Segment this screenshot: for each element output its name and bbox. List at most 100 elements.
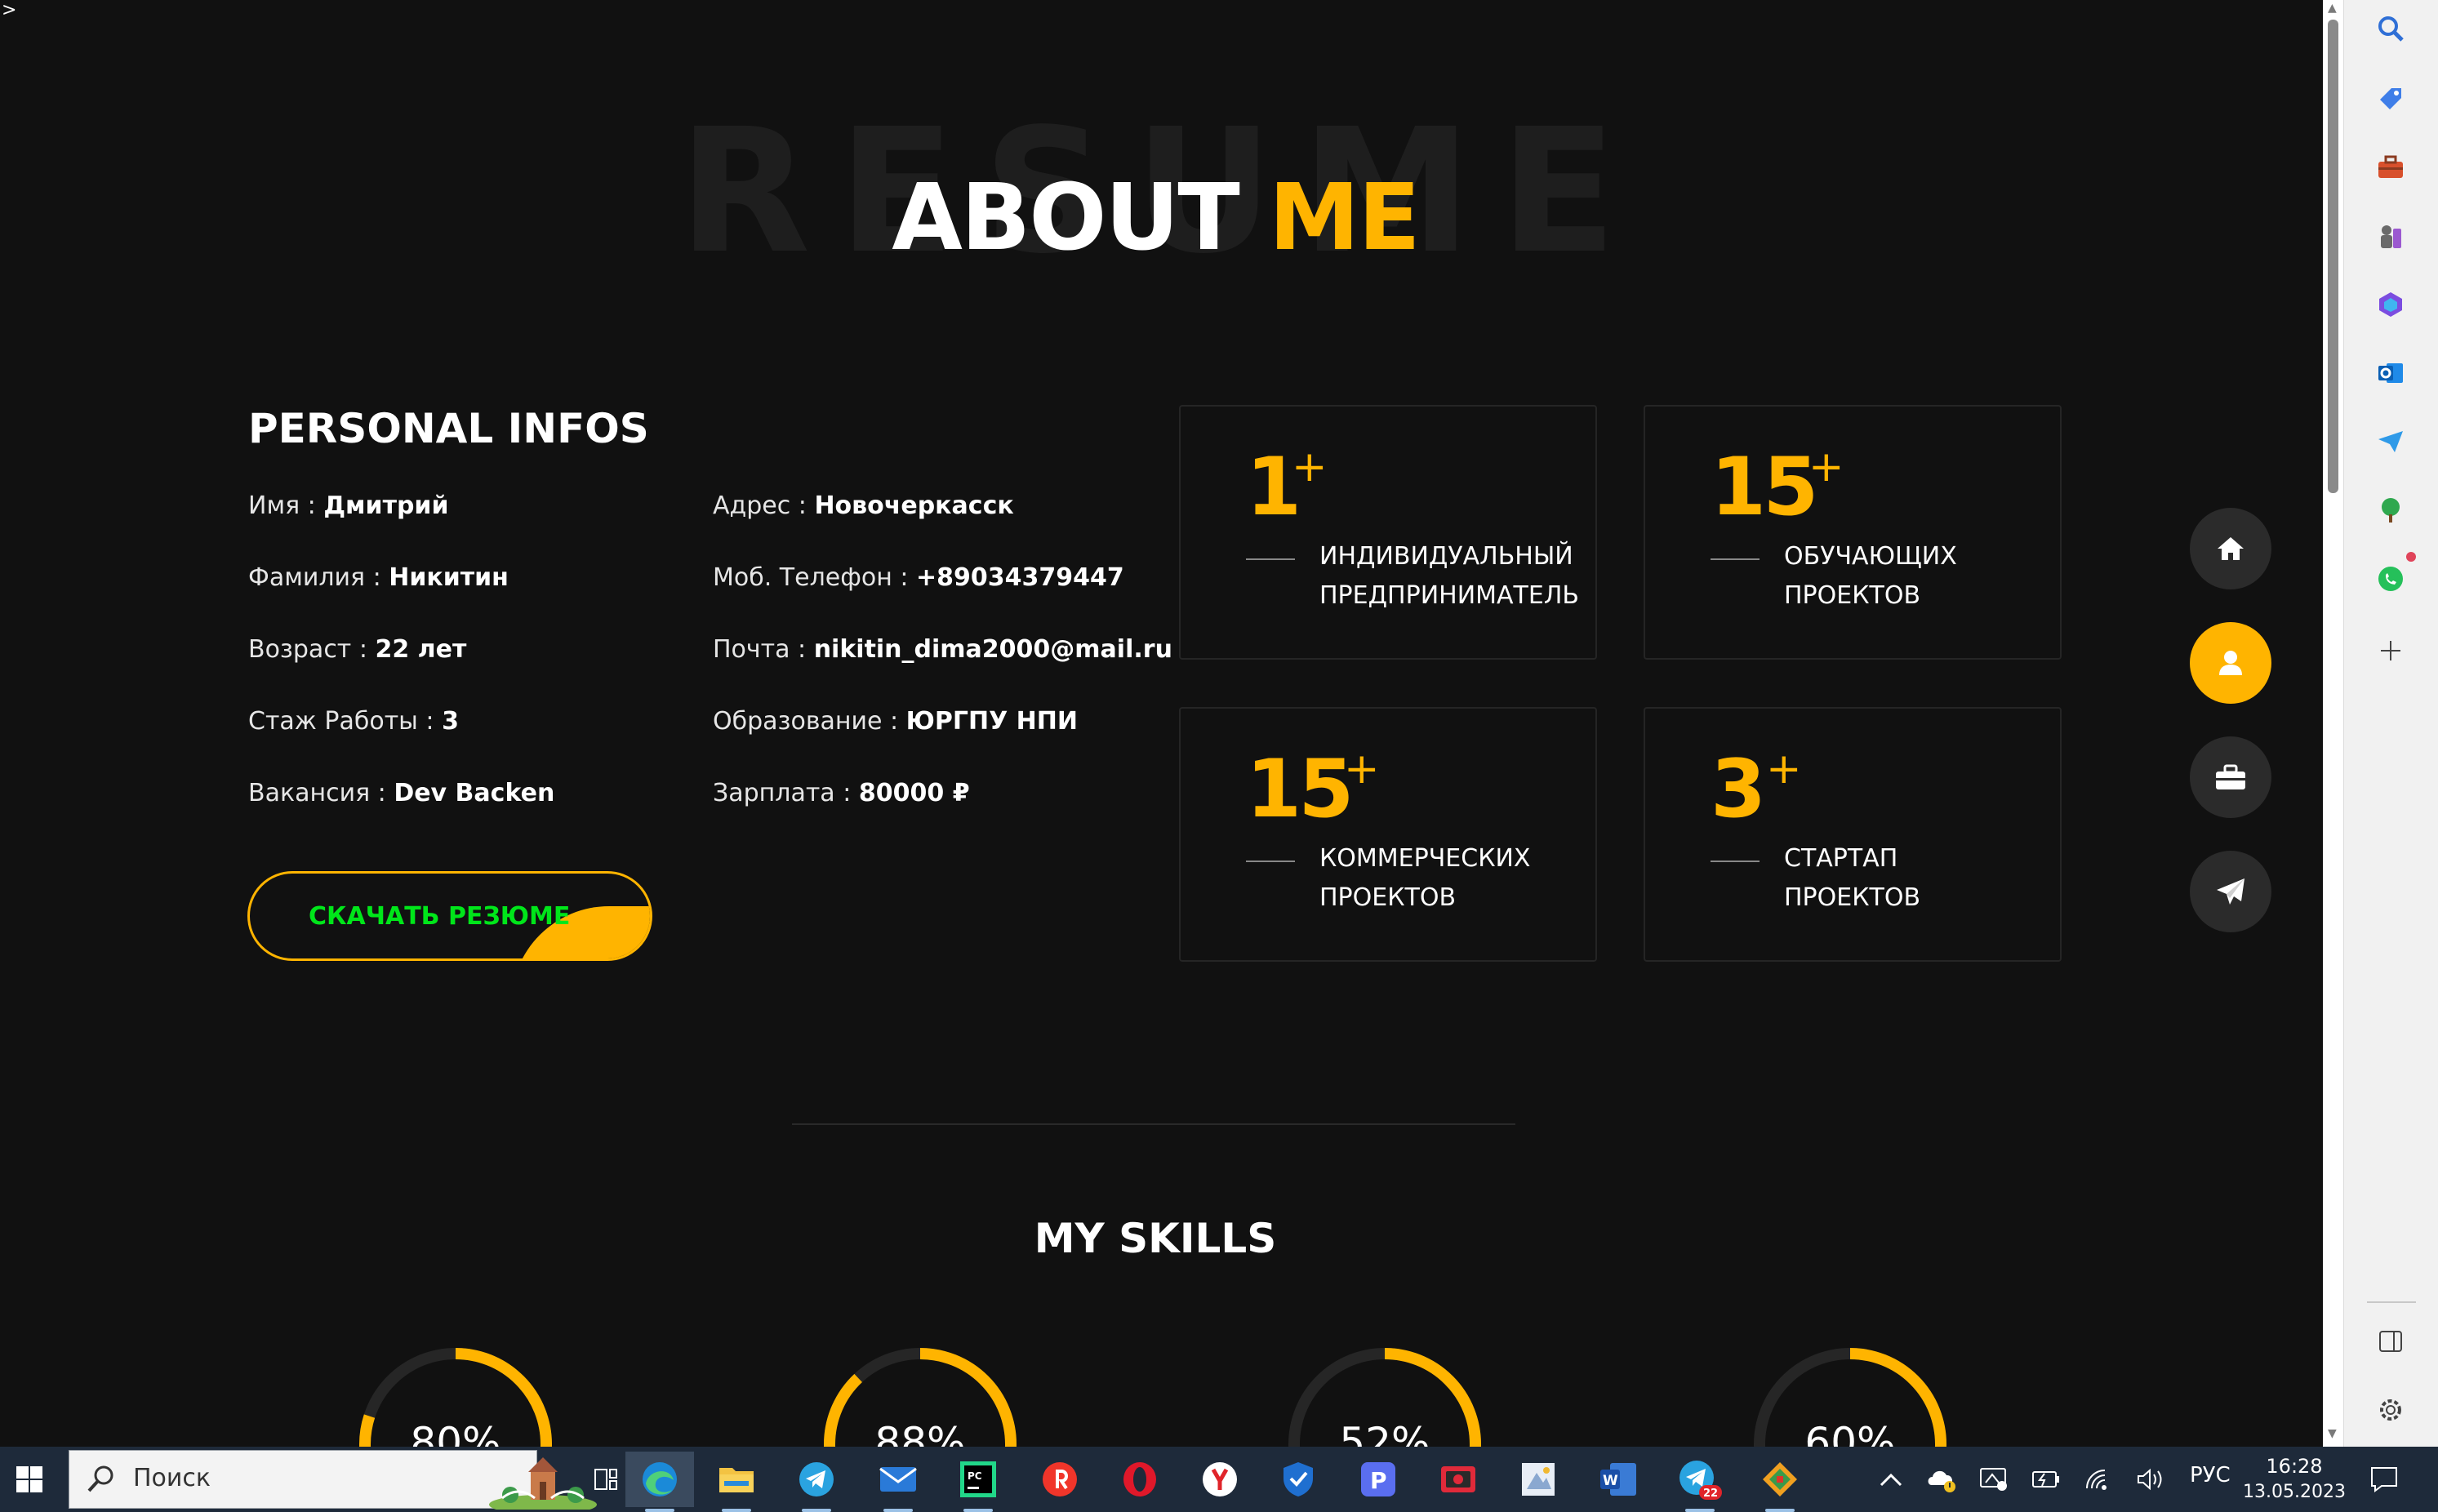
stat-plus: + <box>1292 442 1328 491</box>
briefcase-icon <box>2216 764 2245 789</box>
input-language-indicator[interactable]: РУС <box>2190 1463 2231 1488</box>
nav-about-button[interactable] <box>2190 622 2271 704</box>
start-button[interactable] <box>0 1447 59 1512</box>
stat-label-line1: СТАРТАП <box>1784 844 1898 873</box>
info-separator: : <box>417 707 443 736</box>
stat-dash <box>1711 861 1760 862</box>
send-icon[interactable] <box>2369 420 2413 464</box>
info-separator: : <box>834 779 859 807</box>
whatsapp-icon[interactable] <box>2369 557 2413 601</box>
nav-portfolio-button[interactable] <box>2190 736 2271 818</box>
stat-box-startup: 3 + СТАРТАП ПРОЕКТОВ <box>1644 707 2062 962</box>
add-icon[interactable] <box>2369 629 2413 673</box>
display-tray[interactable] <box>1974 1460 2013 1499</box>
taskbar-clock[interactable]: 16:28 13.05.2023 <box>2237 1453 2351 1505</box>
stat-label: СТАРТАП ПРОЕКТОВ <box>1784 839 2053 918</box>
info-label: Моб. Телефон <box>713 563 892 592</box>
volume-tray[interactable] <box>2131 1460 2170 1499</box>
tree-icon[interactable] <box>2369 488 2413 532</box>
opera-icon <box>1123 1462 1156 1496</box>
info-separator: : <box>365 563 389 592</box>
svg-text:PC: PC <box>968 1470 982 1482</box>
stat-label-line1: ИНДИВИДУАЛЬНЫЙ <box>1319 542 1573 571</box>
taskbar-search-input[interactable]: Поиск <box>69 1450 597 1510</box>
copilot-icon[interactable] <box>2369 282 2413 327</box>
info-item-name: Имя : Дмитрий <box>248 491 554 563</box>
browser-sidebar <box>2343 0 2438 1447</box>
stat-label-line1: ОБУЧАЮЩИХ <box>1784 542 1957 571</box>
stat-box-entrepreneur: 1 + ИНДИВИДУАЛЬНЫЙ ПРЕДПРИНИМАТЕЛЬ <box>1179 405 1597 660</box>
taskbar-app-word[interactable]: W <box>1584 1452 1653 1507</box>
stat-label-line2: ПРЕДПРИНИМАТЕЛЬ <box>1319 581 1579 610</box>
info-value: 80000 ₽ <box>858 779 970 807</box>
taskbar-app-tool[interactable] <box>1746 1452 1814 1512</box>
info-label: Образование <box>713 707 883 736</box>
toolbox-icon[interactable] <box>2369 145 2413 189</box>
info-separator: : <box>351 635 376 664</box>
taskbar-app-file-explorer[interactable] <box>702 1452 771 1512</box>
edge-icon <box>643 1462 677 1496</box>
taskbar-app-paint[interactable] <box>1504 1452 1573 1507</box>
info-item-vacancy: Вакансия : Dev Backen <box>248 779 554 851</box>
taskbar-app-recorder[interactable] <box>1424 1452 1493 1507</box>
stat-label-line2: ПРОЕКТОВ <box>1319 883 1457 912</box>
tag-icon[interactable] <box>2369 77 2413 121</box>
skill-ring: 80% <box>355 1344 556 1447</box>
info-separator: : <box>790 491 815 520</box>
split-screen-icon[interactable] <box>2369 1319 2413 1363</box>
page-scrollbar[interactable]: ▲ ▼ <box>2323 0 2343 1447</box>
download-resume-button[interactable]: СКАЧАТЬ РЕЗЮМЕ <box>247 871 652 961</box>
clock-date: 13.05.2023 <box>2243 1482 2346 1502</box>
info-label: Возраст <box>248 635 352 664</box>
search-icon[interactable] <box>2369 7 2413 51</box>
stat-box-training: 15 + ОБУЧАЮЩИХ ПРОЕКТОВ <box>1644 405 2062 660</box>
page-title: ABOUT ME <box>0 163 2311 273</box>
info-value: 22 лет <box>375 635 467 664</box>
taskbar-app-opera[interactable] <box>1106 1452 1174 1507</box>
title-accent: ME <box>1268 165 1421 271</box>
info-label: Вакансия <box>248 779 371 807</box>
notification-center-button[interactable] <box>2360 1460 2409 1499</box>
taskbar-app-yandex-browser[interactable] <box>1186 1452 1254 1507</box>
nav-home-button[interactable] <box>2190 508 2271 589</box>
info-separator: : <box>790 635 814 664</box>
clock-time: 16:28 <box>2266 1455 2323 1478</box>
stat-number: 15 <box>1711 441 1818 534</box>
scroll-up-arrow-icon[interactable]: ▲ <box>2328 2 2337 15</box>
taskbar-app-vpn[interactable] <box>1264 1452 1332 1507</box>
show-hidden-icons-button[interactable] <box>1871 1460 1911 1499</box>
chess-icon[interactable] <box>2369 214 2413 258</box>
wifi-icon <box>2086 1470 2107 1490</box>
info-item-experience: Стаж Работы : 3 <box>248 707 554 779</box>
vpn-shield-icon <box>1284 1462 1313 1496</box>
battery-tray[interactable] <box>2026 1460 2066 1499</box>
taskbar-app-p[interactable]: P <box>1344 1452 1413 1507</box>
info-item-education: Образование : ЮРГПУ НПИ <box>713 707 1172 779</box>
taskbar-app-telegram[interactable] <box>782 1452 851 1512</box>
onedrive-tray[interactable] <box>1922 1460 1961 1499</box>
skills-heading: MY SKILLS <box>1034 1215 1277 1262</box>
download-resume-label: СКАЧАТЬ РЕЗЮМЕ <box>309 901 571 931</box>
telegram-icon: 22 <box>1679 1461 1722 1500</box>
stat-label: ИНДИВИДУАЛЬНЫЙ ПРЕДПРИНИМАТЕЛЬ <box>1319 537 1589 616</box>
scroll-down-arrow-icon[interactable]: ▼ <box>2328 1427 2337 1440</box>
nav-contact-button[interactable] <box>2190 851 2271 932</box>
pycharm-icon: PC <box>960 1461 996 1497</box>
p-app-icon: P <box>1361 1462 1395 1496</box>
wifi-tray[interactable] <box>2079 1460 2118 1499</box>
taskbar-app-yandex[interactable] <box>1025 1452 1094 1507</box>
info-value: Новочеркасск <box>814 491 1014 520</box>
info-item-phone: Моб. Телефон : +89034379447 <box>713 563 1172 635</box>
cloud-warning-icon <box>1928 1470 1955 1492</box>
stat-label-line1: КОММЕРЧЕСКИХ <box>1319 844 1531 873</box>
settings-icon[interactable] <box>2369 1388 2413 1432</box>
web-page-viewport: > RESUME ABOUT ME PERSONAL INFOS Имя : Д… <box>0 0 2323 1447</box>
outlook-icon[interactable] <box>2369 351 2413 395</box>
taskbar-app-edge[interactable] <box>625 1452 694 1512</box>
scroll-thumb[interactable] <box>2328 20 2338 493</box>
user-icon <box>2219 651 2242 675</box>
taskbar-app-telegram-2[interactable]: 22 <box>1666 1452 1734 1512</box>
taskbar-app-pycharm[interactable]: PC <box>944 1452 1012 1512</box>
taskbar-app-mail[interactable] <box>864 1452 932 1512</box>
info-value: Никитин <box>389 563 509 592</box>
